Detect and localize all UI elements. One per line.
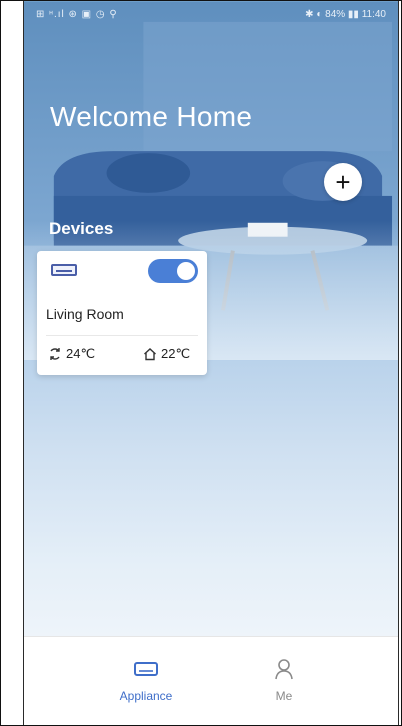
device-name: Living Room <box>46 306 124 322</box>
person-icon <box>275 659 293 680</box>
air-conditioner-icon <box>51 264 77 276</box>
tab-appliance-label: Appliance <box>119 689 173 703</box>
status-left: ⊞ ᵸ.ıl ⊛ ▣ ◷ ⚲ <box>36 9 118 20</box>
toggle-knob <box>177 262 195 280</box>
bottom-tab-bar: Appliance Me <box>24 636 398 725</box>
cycle-icon <box>50 348 60 360</box>
set-temperature: 24℃ <box>48 346 95 362</box>
status-right: ✱ ◐ 84% ▮▮ 11:40 <box>305 9 386 20</box>
page-title: Welcome Home <box>50 101 253 132</box>
screenshot-frame: ⊞ ᵸ.ıl ⊛ ▣ ◷ ⚲ ✱ ◐ 84% ▮▮ 11:40 Welcome … <box>0 0 402 726</box>
set-temperature-value: 24℃ <box>66 346 96 361</box>
air-conditioner-tab-icon <box>134 662 158 676</box>
devices-section-label: Devices <box>49 219 114 238</box>
card-divider <box>46 335 198 336</box>
device-card[interactable]: Living Room 24℃ 22℃ <box>37 251 207 375</box>
tab-appliance[interactable]: Appliance <box>86 657 206 703</box>
add-device-button[interactable]: + <box>324 163 362 201</box>
home-icon <box>144 348 156 361</box>
tab-me-label: Me <box>275 689 293 703</box>
indoor-temperature: 22℃ <box>143 346 190 362</box>
phone-screen: ⊞ ᵸ.ıl ⊛ ▣ ◷ ⚲ ✱ ◐ 84% ▮▮ 11:40 Welcome … <box>23 1 399 725</box>
power-toggle[interactable] <box>148 259 198 283</box>
tab-me[interactable]: Me <box>224 657 344 703</box>
appliance-tab-icon <box>86 657 206 681</box>
indoor-temperature-value: 22℃ <box>161 346 191 361</box>
status-bar: ⊞ ᵸ.ıl ⊛ ▣ ◷ ⚲ ✱ ◐ 84% ▮▮ 11:40 <box>24 1 398 29</box>
me-tab-icon <box>224 657 344 681</box>
plus-icon: + <box>335 167 351 197</box>
